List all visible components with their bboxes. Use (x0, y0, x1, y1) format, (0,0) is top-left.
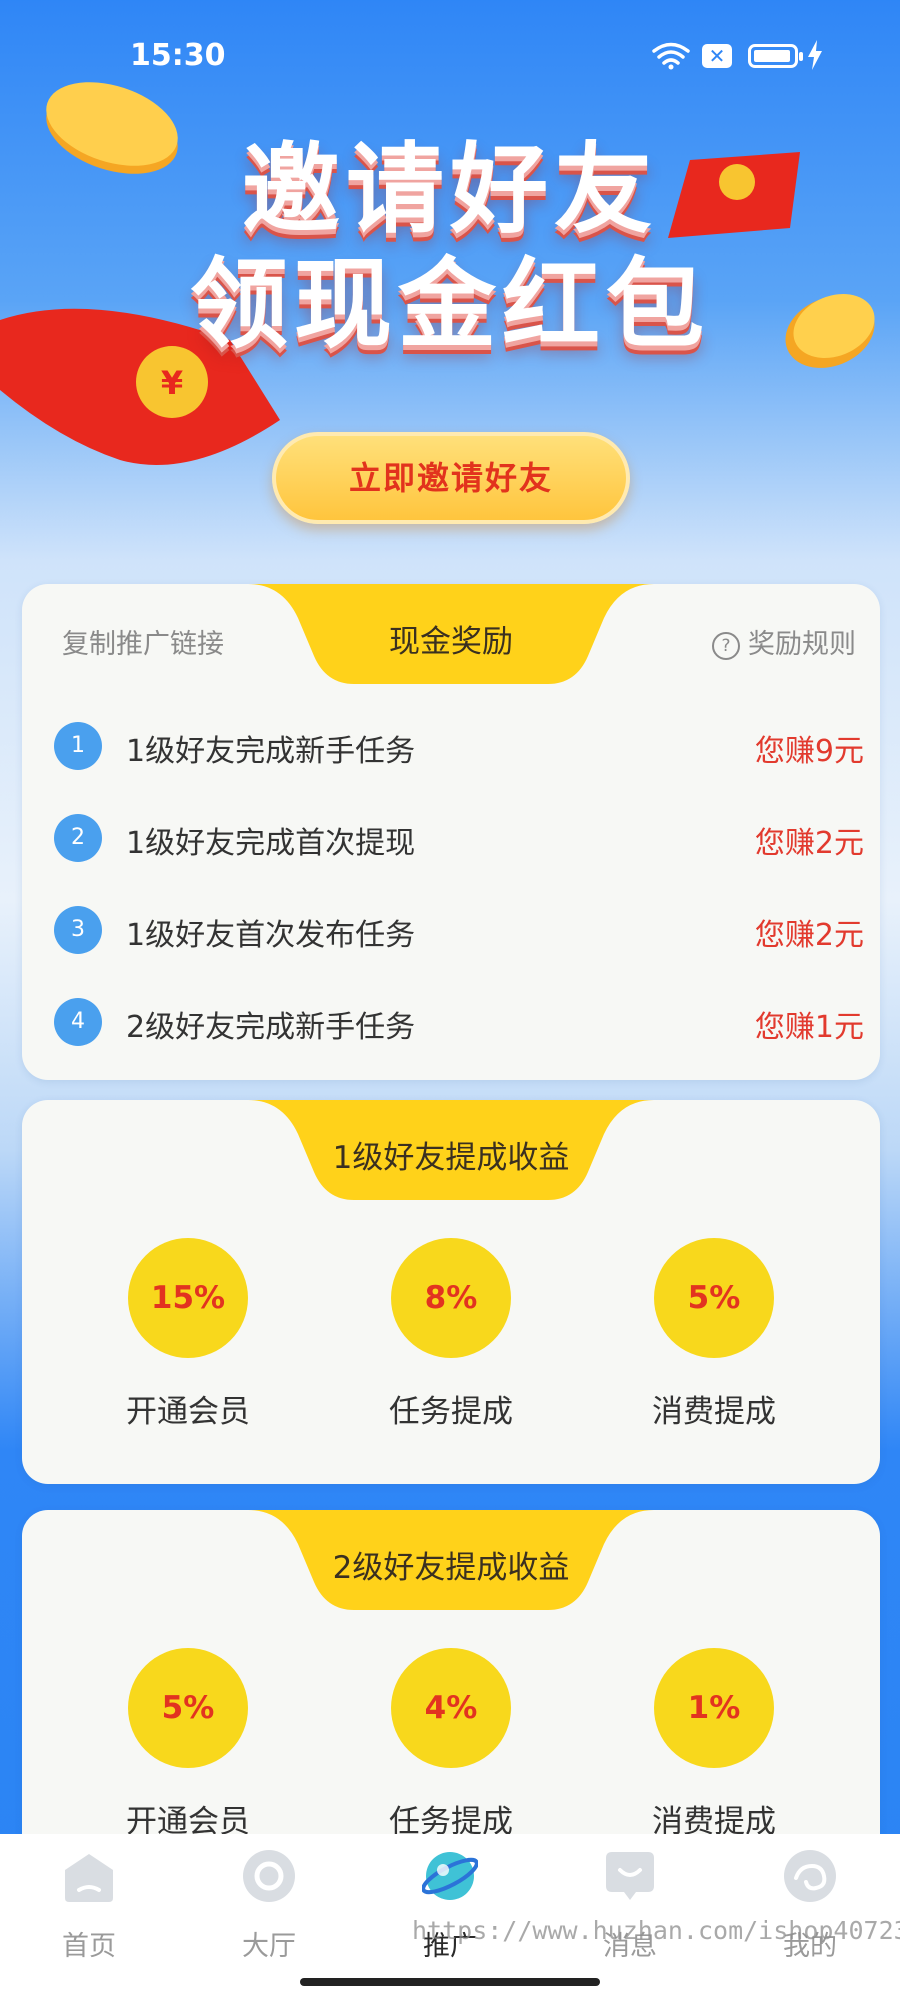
commission-stat: 1% 消费提成 (614, 1648, 814, 1841)
task-text: 1级好友完成首次提现 (126, 826, 416, 861)
task-text: 2级好友完成新手任务 (126, 1010, 416, 1045)
reward-rules-label: 奖励规则 (748, 629, 856, 660)
nav-label-hall: 大厅 (242, 1931, 296, 1962)
task-number: 3 (54, 906, 102, 954)
invite-friends-button[interactable]: 立即邀请好友 (272, 432, 630, 524)
task-text: 1级好友首次发布任务 (126, 918, 416, 953)
cash-reward-title: 现金奖励 (389, 624, 513, 660)
task-text: 1级好友完成新手任务 (126, 734, 416, 769)
cash-reward-card: 现金奖励 复制推广链接 ? 奖励规则 1 1级好友完成新手任务 您赚9元 2 1级… (22, 584, 880, 1080)
task-reward: 您赚1元 (754, 1010, 864, 1045)
stat-label: 开通会员 (126, 1394, 250, 1430)
hall-icon (243, 1850, 295, 1902)
commission-stat: 15% 开通会员 (88, 1238, 288, 1431)
stat-value: 15% (128, 1238, 248, 1358)
stat-value: 4% (391, 1648, 511, 1768)
level1-title: 1级好友提成收益 (332, 1140, 570, 1176)
task-reward: 您赚2元 (754, 918, 864, 953)
stat-label: 任务提成 (389, 1394, 513, 1430)
home-icon (65, 1854, 113, 1902)
nav-item-hall[interactable]: 大厅 (209, 1848, 329, 1963)
task-number: 2 (54, 814, 102, 862)
task-number: 4 (54, 998, 102, 1046)
level1-commission-card: 1级好友提成收益 15% 开通会员 8% 任务提成 5% 消费提成 (22, 1100, 880, 1484)
task-reward: 您赚2元 (754, 826, 864, 861)
hero-title-line2: 领现金红包 (189, 248, 710, 362)
nav-item-profile[interactable]: 我的 (750, 1848, 870, 1963)
stat-label: 消费提成 (652, 1394, 776, 1430)
stat-value: 1% (654, 1648, 774, 1768)
svg-text:¥: ¥ (161, 364, 183, 402)
task-reward: 您赚9元 (754, 734, 864, 769)
commission-stat: 4% 任务提成 (351, 1648, 551, 1841)
watermark-text: https://www.huzhan.com/ishop40723 (412, 1916, 900, 1945)
copy-link-button[interactable]: 复制推广链接 (62, 622, 224, 661)
help-icon: ? (712, 632, 740, 660)
promote-icon (421, 1852, 479, 1900)
task-row: 4 2级好友完成新手任务 您赚1元 (54, 992, 864, 1052)
nav-item-promote[interactable]: 推广 (390, 1848, 510, 1963)
message-icon (606, 1852, 654, 1900)
commission-stat: 5% 开通会员 (88, 1648, 288, 1841)
commission-stat: 5% 消费提成 (614, 1238, 814, 1431)
nav-label-home: 首页 (62, 1931, 116, 1962)
nav-item-messages[interactable]: 消息 (570, 1848, 690, 1963)
home-indicator[interactable] (300, 1978, 600, 1986)
task-row: 1 1级好友完成新手任务 您赚9元 (54, 716, 864, 776)
profile-icon (784, 1850, 836, 1902)
nav-item-home[interactable]: 首页 (29, 1848, 149, 1963)
task-row: 2 1级好友完成首次提现 您赚2元 (54, 808, 864, 868)
level2-title: 2级好友提成收益 (332, 1550, 570, 1586)
stat-value: 5% (654, 1238, 774, 1358)
reward-rules-button[interactable]: ? 奖励规则 (712, 622, 856, 661)
stat-value: 8% (391, 1238, 511, 1358)
task-number: 1 (54, 722, 102, 770)
commission-stat: 8% 任务提成 (351, 1238, 551, 1431)
task-row: 3 1级好友首次发布任务 您赚2元 (54, 900, 864, 960)
stat-value: 5% (128, 1648, 248, 1768)
